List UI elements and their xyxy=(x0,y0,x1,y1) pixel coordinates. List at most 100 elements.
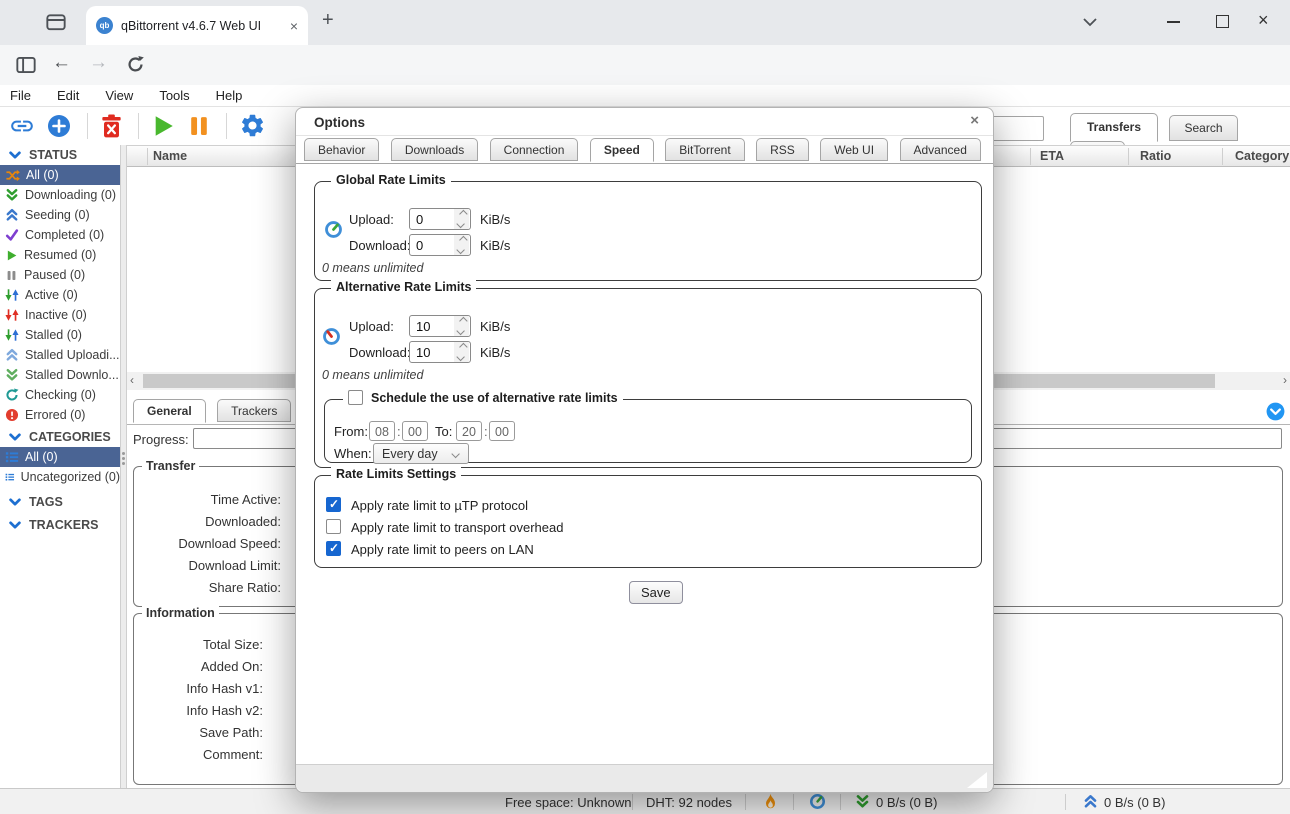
global-download-input[interactable]: 0 xyxy=(409,234,471,256)
status-header[interactable]: STATUS xyxy=(0,145,120,165)
dialog-tab-rss[interactable]: RSS xyxy=(756,138,809,161)
to-hour-input[interactable]: 20 xyxy=(456,421,482,441)
trackers-header[interactable]: TRACKERS xyxy=(0,515,120,535)
resume-icon[interactable] xyxy=(150,113,176,139)
close-window-icon[interactable]: × xyxy=(1258,10,1269,31)
to-minute-input[interactable]: 00 xyxy=(489,421,515,441)
select-chevron-icon xyxy=(451,450,459,458)
column-name[interactable]: Name xyxy=(153,149,187,163)
tab-transfers[interactable]: Transfers xyxy=(1070,113,1158,142)
minimize-icon[interactable] xyxy=(1167,21,1180,23)
pause-icon[interactable] xyxy=(186,113,212,139)
dialog-tab-advanced[interactable]: Advanced xyxy=(900,138,981,161)
options-gear-icon[interactable] xyxy=(239,112,266,139)
scroll-left-icon[interactable]: ‹ xyxy=(130,373,134,387)
menu-help[interactable]: Help xyxy=(216,88,243,103)
unlimited-note: 0 means unlimited xyxy=(322,368,423,382)
spinner-arrows[interactable] xyxy=(454,316,469,336)
information-legend: Information xyxy=(142,606,219,620)
dialog-close-icon[interactable]: × xyxy=(966,112,983,129)
delete-torrent-icon[interactable] xyxy=(99,113,124,139)
dialog-tab-webui[interactable]: Web UI xyxy=(820,138,888,161)
sidebar-toggle-icon[interactable] xyxy=(16,56,36,74)
from-minute-input[interactable]: 00 xyxy=(402,421,428,441)
when-select[interactable]: Every day xyxy=(373,443,469,464)
transfer-legend: Transfer xyxy=(142,459,199,473)
menu-tools[interactable]: Tools xyxy=(159,88,189,103)
tab-trackers[interactable]: Trackers xyxy=(217,399,291,422)
forward-icon[interactable]: → xyxy=(89,52,108,74)
scroll-right-icon[interactable]: › xyxy=(1283,373,1287,387)
categories-header[interactable]: CATEGORIES xyxy=(0,427,120,447)
sidebar-category-all[interactable]: All (0) xyxy=(0,447,120,467)
dialog-title-bar[interactable]: Options × xyxy=(296,108,993,136)
spinner-arrows[interactable] xyxy=(454,209,469,229)
sidebar-item-completed[interactable]: Completed (0) xyxy=(0,225,120,245)
column-ratio[interactable]: Ratio xyxy=(1140,149,1171,163)
column-eta[interactable]: ETA xyxy=(1040,149,1064,163)
global-upload-input[interactable]: 0 xyxy=(409,208,471,230)
browser-tab[interactable]: qb qBittorrent v4.6.7 Web UI × xyxy=(86,6,308,45)
tags-header[interactable]: TAGS xyxy=(0,492,120,512)
sidebar-item-active[interactable]: Active (0) xyxy=(0,285,120,305)
overhead-limit-checkbox[interactable] xyxy=(326,519,341,534)
sidebar-item-seeding[interactable]: Seeding (0) xyxy=(0,205,120,225)
from-hour-input[interactable]: 08 xyxy=(369,421,395,441)
sidebar-category-uncategorized[interactable]: Uncategorized (0) xyxy=(0,467,120,487)
error-icon xyxy=(5,408,19,422)
schedule-checkbox[interactable] xyxy=(348,390,363,405)
connection-speedometer-icon[interactable] xyxy=(809,793,826,810)
menu-edit[interactable]: Edit xyxy=(57,88,79,103)
alt-upload-input[interactable]: 10 xyxy=(409,315,471,337)
sidebar-item-stalled-uploading[interactable]: Stalled Uploadi... xyxy=(0,345,120,365)
when-selected-value: Every day xyxy=(382,447,438,461)
menu-file[interactable]: File xyxy=(10,88,31,103)
tab-general[interactable]: General xyxy=(133,399,206,423)
lan-limit-checkbox[interactable] xyxy=(326,541,341,556)
tab-actions-icon[interactable] xyxy=(46,13,66,31)
column-category[interactable]: Category xyxy=(1235,149,1289,163)
dialog-tab-speed[interactable]: Speed xyxy=(590,138,654,162)
add-torrent-file-icon[interactable] xyxy=(47,114,71,138)
sidebar-item-paused[interactable]: Paused (0) xyxy=(0,265,120,285)
sidebar-item-stalled-downloading[interactable]: Stalled Downlo... xyxy=(0,365,120,385)
up-down-arrows-icon xyxy=(5,328,19,342)
tab-close-icon[interactable]: × xyxy=(290,18,298,34)
sidebar-item-all[interactable]: All (0) xyxy=(0,165,120,185)
alt-download-input[interactable]: 10 xyxy=(409,341,471,363)
play-icon xyxy=(5,249,18,262)
dialog-tab-bittorrent[interactable]: BitTorrent xyxy=(665,138,744,161)
sidebar-item-downloading[interactable]: Downloading (0) xyxy=(0,185,120,205)
tab-list-chevron-icon[interactable] xyxy=(1082,16,1098,28)
dialog-tab-behavior[interactable]: Behavior xyxy=(304,138,379,161)
utp-limit-checkbox[interactable] xyxy=(326,497,341,512)
filter-sidebar: STATUS All (0) Downloading (0) Seeding (… xyxy=(0,145,120,788)
sidebar-item-checking[interactable]: Checking (0) xyxy=(0,385,120,405)
statusbar-separator xyxy=(1065,794,1066,810)
resize-handle-icon[interactable] xyxy=(967,772,987,788)
maximize-icon[interactable] xyxy=(1216,15,1229,28)
alt-speed-flame-icon[interactable] xyxy=(763,793,778,811)
sidebar-item-errored[interactable]: Errored (0) xyxy=(0,405,120,425)
refresh-icon xyxy=(5,388,19,402)
view-tab-bar: Transfers Search RSS xyxy=(1070,113,1290,145)
sidebar-item-stalled[interactable]: Stalled (0) xyxy=(0,325,120,345)
statusbar-separator xyxy=(745,794,746,810)
sidebar-splitter[interactable] xyxy=(120,145,127,788)
sidebar-item-resumed[interactable]: Resumed (0) xyxy=(0,245,120,265)
reload-icon[interactable] xyxy=(126,55,145,74)
spinner-arrows[interactable] xyxy=(454,235,469,255)
dialog-tab-downloads[interactable]: Downloads xyxy=(391,138,478,161)
spinner-arrows[interactable] xyxy=(454,342,469,362)
collapse-panel-icon[interactable] xyxy=(1266,402,1285,421)
sidebar-item-inactive[interactable]: Inactive (0) xyxy=(0,305,120,325)
trackers-header-label: TRACKERS xyxy=(29,518,98,532)
tab-search[interactable]: Search xyxy=(1169,115,1237,141)
new-tab-icon[interactable]: + xyxy=(322,9,334,32)
add-torrent-link-icon[interactable] xyxy=(9,113,35,139)
back-icon[interactable]: ← xyxy=(52,52,71,74)
column-divider xyxy=(1030,148,1031,165)
menu-view[interactable]: View xyxy=(105,88,133,103)
dialog-tab-connection[interactable]: Connection xyxy=(490,138,579,161)
save-button[interactable]: Save xyxy=(629,581,683,604)
